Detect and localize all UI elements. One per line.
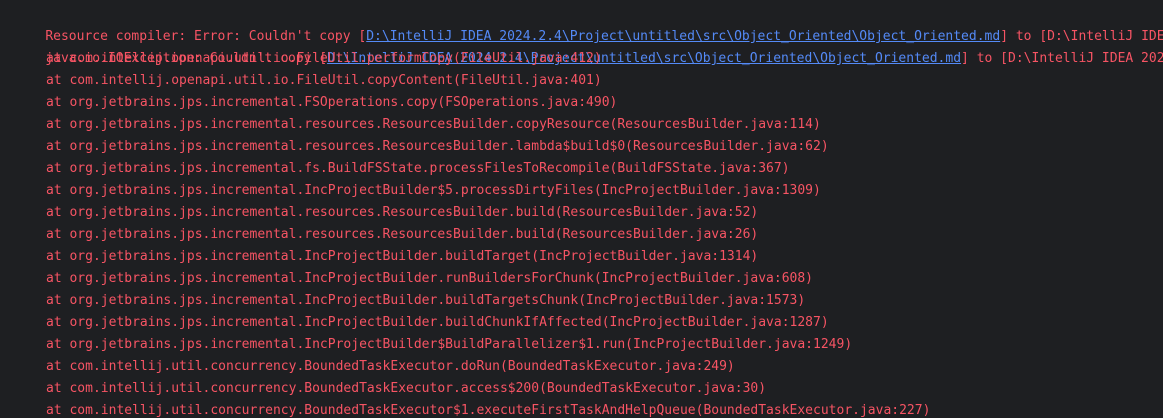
stack-trace-line: at org.jetbrains.jps.incremental.IncProj… <box>46 271 814 286</box>
exception-suffix: ] to [D:\IntelliJ IDEA 2024.2.4\Project\… <box>961 51 1163 66</box>
error-message-line: Resource compiler: Error: Couldn't copy … <box>14 4 1163 44</box>
stack-trace-line: at org.jetbrains.jps.incremental.resourc… <box>46 139 829 154</box>
stack-trace-line: at org.jetbrains.jps.incremental.IncProj… <box>46 293 806 308</box>
stack-trace-line: at org.jetbrains.jps.incremental.resourc… <box>46 205 759 220</box>
stack-trace-line: at com.intellij.openapi.util.io.FileUtil… <box>46 51 602 66</box>
stack-trace-line: at org.jetbrains.jps.incremental.IncProj… <box>46 315 829 330</box>
stack-trace-line: at org.jetbrains.jps.incremental.IncProj… <box>46 337 853 352</box>
stack-trace-line: at com.intellij.openapi.util.io.FileUtil… <box>46 73 602 88</box>
stack-trace-line: at com.intellij.util.concurrency.Bounded… <box>46 359 735 374</box>
stack-trace-line: at org.jetbrains.jps.incremental.resourc… <box>46 117 821 132</box>
stack-trace-line: at com.intellij.util.concurrency.Bounded… <box>46 381 767 396</box>
build-output-console: Resource compiler: Error: Couldn't copy … <box>0 0 1163 418</box>
stack-trace-line: at org.jetbrains.jps.incremental.IncProj… <box>46 183 821 198</box>
stack-trace-line: at org.jetbrains.jps.incremental.FSOpera… <box>46 95 618 110</box>
stack-trace-line: at com.intellij.util.concurrency.Bounded… <box>46 403 931 418</box>
console-gutter <box>0 0 3 418</box>
stack-trace-line: at org.jetbrains.jps.incremental.fs.Buil… <box>46 161 790 176</box>
exception-line: java.io.IOException: Couldn't copy [D:\I… <box>14 26 1163 66</box>
stack-trace-line: at org.jetbrains.jps.incremental.IncProj… <box>46 249 759 264</box>
stack-trace-line: at org.jetbrains.jps.incremental.resourc… <box>46 227 759 242</box>
